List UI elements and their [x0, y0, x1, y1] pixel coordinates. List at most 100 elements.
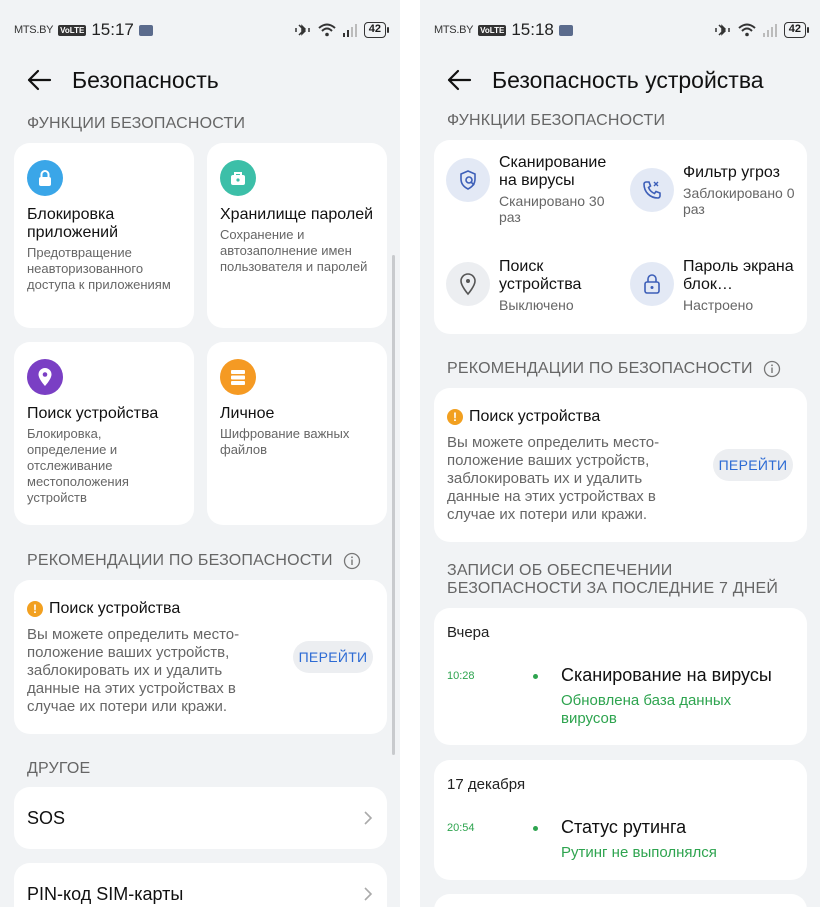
recommendation-text: Вы можете определить место­положение ваш… — [447, 434, 660, 523]
wifi-icon — [738, 23, 756, 37]
info-icon[interactable] — [763, 360, 781, 378]
location-pin-icon — [446, 262, 490, 306]
private-storage-icon — [220, 359, 256, 395]
notification-app-icon — [558, 24, 573, 36]
status-bar: MTS.BY VoLTE 15:18 42 — [434, 18, 810, 42]
section-logs-heading: ЗАПИСИ ОБ ОБЕСПЕЧЕНИИ БЕЗОПАСНОСТИ ЗА ПО… — [447, 562, 779, 597]
chevron-right-icon — [364, 811, 373, 825]
tile-app-lock[interactable]: Блокировка приложений Предотвращение неа… — [14, 143, 194, 328]
recommendation-text: Вы можете определить место­положение ваш… — [27, 626, 240, 715]
battery-indicator: 42 — [363, 22, 390, 38]
virus-scan-icon — [446, 158, 490, 202]
tile-private[interactable]: Личное Шифрование важных файлов — [207, 342, 387, 525]
section-recommendations-heading: РЕКОМЕНДАЦИИ ПО БЕЗОПАСНОСТИ — [27, 552, 380, 570]
notification-app-icon — [138, 24, 153, 36]
tile-description: Шифрование важных файлов — [220, 426, 350, 457]
tile-title: Блокировка приложений — [27, 206, 119, 241]
recommendation-title: Поиск устройства — [49, 600, 181, 617]
feature-subtitle: Настроено — [683, 297, 754, 313]
log-subtitle: Рутинг не выполнялся — [561, 844, 717, 861]
log-time: 10:28 — [447, 670, 475, 682]
feature-subtitle: Сканировано 30 раз — [499, 193, 605, 225]
tile-password-vault[interactable]: Хранилище паролей Сохранение и автозапол… — [207, 143, 387, 328]
battery-indicator: 42 — [783, 22, 810, 38]
vibrate-bluetooth-icon — [715, 24, 730, 36]
recommendation-title: Поиск устройства — [469, 408, 601, 425]
list-item-sim-pin[interactable]: PIN-код SIM-карты — [14, 863, 387, 907]
left-phone-screen: MTS.BY VoLTE 15:17 42 Безопасность ФУНКЦ… — [0, 0, 400, 907]
section-functions-heading: ФУНКЦИИ БЕЗОПАСНОСТИ — [447, 112, 666, 129]
tile-title: Хранилище паролей — [220, 206, 374, 223]
log-title: Статус рутинга — [561, 817, 687, 837]
log-time: 20:54 — [447, 822, 475, 834]
page-header: Безопасность — [26, 62, 390, 98]
log-subtitle: Обновлена база данных вирусов — [561, 692, 732, 727]
tile-find-device[interactable]: Поиск устройства Блокировка, определение… — [14, 342, 194, 525]
list-item-sos[interactable]: SOS — [14, 787, 387, 849]
feature-virus-scan[interactable]: Сканирование на вирусы Сканировано 30 ра… — [446, 154, 621, 225]
warning-icon: ! — [447, 409, 463, 425]
feature-find-device[interactable]: Поиск устройства Выключено — [446, 258, 621, 313]
tile-description: Блокировка, определение и отслеживание м… — [27, 426, 129, 505]
feature-title: Поиск устройства — [499, 258, 582, 293]
warning-icon: ! — [27, 601, 43, 617]
clock: 15:17 — [91, 20, 134, 39]
page-title: Безопасность — [72, 66, 219, 93]
feature-title: Сканирование на вирусы — [499, 154, 607, 189]
log-date: 17 декабря — [447, 776, 526, 793]
section-recommendations-heading: РЕКОМЕНДАЦИИ ПО БЕЗОПАСНОСТИ — [447, 360, 800, 378]
tile-title: Поиск устройства — [27, 405, 159, 422]
password-vault-icon — [220, 160, 256, 196]
carrier-label: MTS.BY — [14, 24, 54, 36]
section-title: РЕКОМЕНДАЦИИ ПО БЕЗОПАСНОСТИ — [447, 360, 753, 377]
feature-subtitle: Выключено — [499, 297, 574, 313]
tile-title: Личное — [220, 405, 275, 422]
section-functions-heading: ФУНКЦИИ БЕЗОПАСНОСТИ — [27, 115, 246, 132]
scrollbar[interactable] — [392, 255, 395, 755]
volte-icon: VoLTE — [58, 24, 87, 36]
log-card: 17 декабря 20:54 Статус рутинга Рутинг н… — [434, 760, 807, 880]
right-phone-screen: MTS.BY VoLTE 15:18 42 Безопасность устро… — [420, 0, 820, 907]
volte-icon: VoLTE — [478, 24, 507, 36]
signal-icon — [342, 24, 357, 37]
back-arrow-icon[interactable] — [26, 69, 52, 91]
section-other-heading: ДРУГОЕ — [27, 760, 91, 777]
feature-subtitle: Заблокировано 0 раз — [683, 185, 795, 217]
phone-filter-icon — [630, 168, 674, 212]
recommendation-title-row: ! Поиск устройства — [27, 600, 180, 618]
feature-threat-filter[interactable]: Фильтр угроз Заблокировано 0 раз — [630, 164, 800, 217]
lock-screen-icon — [630, 262, 674, 306]
wifi-icon — [318, 23, 336, 37]
log-date: Вчера — [447, 624, 490, 641]
page-title: Безопасность устройства — [492, 66, 764, 93]
chevron-right-icon — [364, 887, 373, 901]
recommendation-card: ! Поиск устройства Вы можете определить … — [14, 580, 387, 734]
tile-description: Сохранение и автозаполнение имен пользов… — [220, 227, 368, 274]
log-card: Вчера 10:28 Сканирование на вирусы Обнов… — [434, 608, 807, 745]
go-button[interactable]: ПЕРЕЙТИ — [293, 641, 373, 673]
recommendation-card: ! Поиск устройства Вы можете определить … — [434, 388, 807, 542]
screenshot-pair: MTS.BY VoLTE 15:17 42 Безопасность ФУНКЦ… — [0, 0, 820, 907]
back-arrow-icon[interactable] — [446, 69, 472, 91]
signal-icon — [762, 24, 777, 37]
timeline-dot — [533, 674, 538, 679]
go-button[interactable]: ПЕРЕЙТИ — [713, 449, 793, 481]
feature-lock-screen-password[interactable]: Пароль экрана блок… Настроено — [630, 258, 800, 313]
section-title: РЕКОМЕНДАЦИИ ПО БЕЗОПАСНОСТИ — [27, 552, 333, 569]
page-header: Безопасность устройства — [446, 62, 810, 98]
status-bar: MTS.BY VoLTE 15:17 42 — [14, 18, 390, 42]
list-item-label: PIN-код SIM-карты — [27, 883, 184, 904]
feature-title: Фильтр угроз — [683, 164, 780, 181]
vibrate-bluetooth-icon — [295, 24, 310, 36]
log-card-partial — [434, 894, 807, 907]
timeline-dot — [533, 826, 538, 831]
recommendation-title-row: ! Поиск устройства — [447, 408, 600, 426]
log-title: Сканирование на вирусы — [561, 665, 772, 685]
info-icon[interactable] — [343, 552, 361, 570]
features-card: Сканирование на вирусы Сканировано 30 ра… — [434, 140, 807, 334]
feature-title: Пароль экрана блок… — [683, 258, 794, 293]
tile-description: Предотвращение неавторизованного доступа… — [27, 245, 171, 292]
clock: 15:18 — [511, 20, 554, 39]
location-pin-icon — [27, 359, 63, 395]
carrier-label: MTS.BY — [434, 24, 474, 36]
